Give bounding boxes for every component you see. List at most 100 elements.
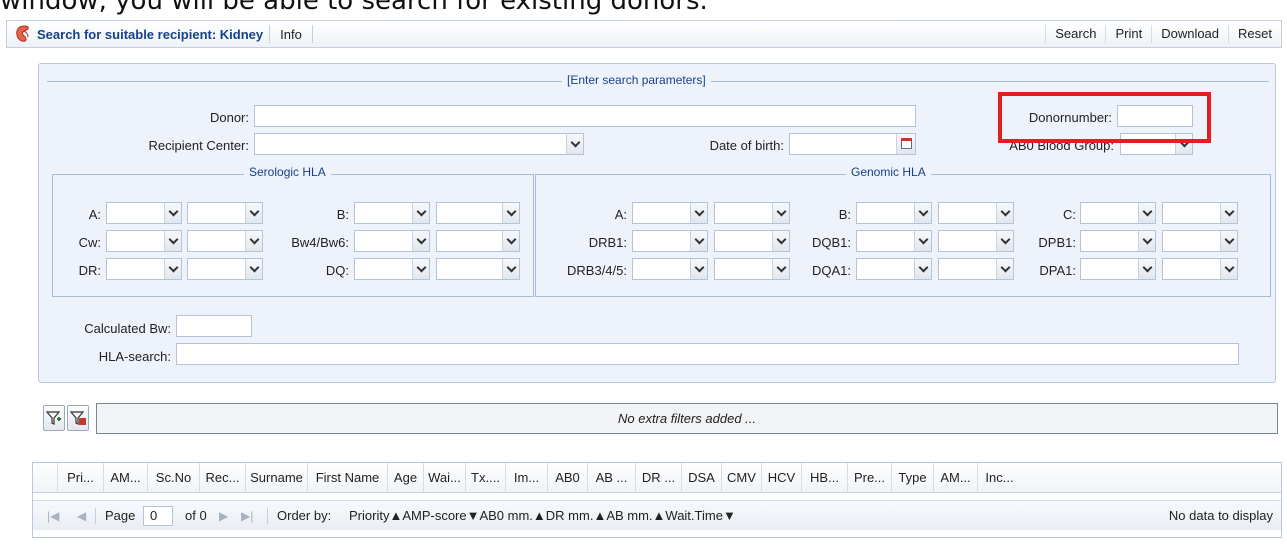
next-page-icon[interactable]: ▶ (219, 501, 228, 531)
grid-column-header[interactable]: Im... (505, 463, 547, 493)
grid-column-header[interactable]: Age (387, 463, 423, 493)
genomic-hla-select[interactable] (632, 258, 708, 280)
first-page-icon[interactable]: |◀ (47, 501, 59, 531)
grid-column-header[interactable]: Rec... (199, 463, 245, 493)
chevron-down-icon[interactable] (1138, 231, 1155, 251)
serologic-hla-select[interactable] (436, 258, 520, 280)
genomic-hla-select[interactable] (856, 202, 932, 224)
serologic-hla-select[interactable] (187, 202, 263, 224)
grid-column-header[interactable]: Type (891, 463, 933, 493)
serologic-hla-select[interactable] (187, 258, 263, 280)
genomic-hla-select[interactable] (938, 202, 1014, 224)
genomic-hla-select[interactable] (938, 230, 1014, 252)
chevron-down-icon[interactable] (914, 203, 931, 223)
chevron-down-icon[interactable] (996, 203, 1013, 223)
search-button[interactable]: Search (1045, 25, 1105, 43)
grid-column-header[interactable]: First Name (307, 463, 387, 493)
chevron-down-icon[interactable] (412, 259, 429, 279)
serologic-hla-select[interactable] (106, 202, 182, 224)
serologic-hla-select[interactable] (354, 258, 430, 280)
grid-column-header[interactable]: Pre... (847, 463, 891, 493)
genomic-hla-select[interactable] (938, 258, 1014, 280)
grid-column-header[interactable]: Tx.... (465, 463, 505, 493)
download-button[interactable]: Download (1151, 25, 1228, 43)
grid-column-header[interactable]: DSA (681, 463, 721, 493)
add-filter-button[interactable] (43, 405, 65, 431)
grid-column-header[interactable]: Inc... (977, 463, 1021, 493)
chevron-down-icon[interactable] (996, 259, 1013, 279)
genomic-hla-select[interactable] (714, 258, 790, 280)
chevron-down-icon[interactable] (690, 259, 707, 279)
grid-column-header[interactable]: AB0 (547, 463, 587, 493)
genomic-hla-select[interactable] (856, 258, 932, 280)
grid-column-header[interactable]: Wai... (423, 463, 465, 493)
serologic-hla-select[interactable] (106, 230, 182, 252)
grid-column-header[interactable]: HCV (761, 463, 801, 493)
genomic-hla-select[interactable] (714, 202, 790, 224)
chevron-down-icon[interactable] (1220, 203, 1237, 223)
chevron-down-icon[interactable] (412, 203, 429, 223)
serologic-hla-select[interactable] (354, 202, 430, 224)
grid-column-header[interactable]: HB... (801, 463, 847, 493)
chevron-down-icon[interactable] (996, 231, 1013, 251)
remove-filter-button[interactable] (67, 405, 89, 431)
chevron-down-icon[interactable] (566, 134, 583, 154)
chevron-down-icon[interactable] (772, 203, 789, 223)
serologic-hla-select[interactable] (354, 230, 430, 252)
serologic-hla-select[interactable] (436, 202, 520, 224)
order-by-value[interactable]: Priority▲AMP-score▼AB0 mm.▲DR mm.▲AB mm.… (349, 501, 736, 531)
grid-column-header[interactable]: AM... (103, 463, 147, 493)
chevron-down-icon[interactable] (1220, 231, 1237, 251)
recipient-center-select[interactable] (254, 133, 584, 155)
grid-column-header[interactable]: CMV (721, 463, 761, 493)
chevron-down-icon[interactable] (690, 203, 707, 223)
chevron-down-icon[interactable] (1138, 203, 1155, 223)
genomic-hla-select[interactable] (1080, 230, 1156, 252)
chevron-down-icon[interactable] (245, 259, 262, 279)
genomic-hla-select[interactable] (856, 230, 932, 252)
donor-input[interactable] (254, 105, 916, 127)
chevron-down-icon[interactable] (772, 231, 789, 251)
genomic-hla-select[interactable] (632, 230, 708, 252)
last-page-icon[interactable]: ▶| (241, 501, 253, 531)
print-button[interactable]: Print (1105, 25, 1151, 43)
chevron-down-icon[interactable] (164, 259, 181, 279)
genomic-hla-select[interactable] (1162, 230, 1238, 252)
chevron-down-icon[interactable] (502, 231, 519, 251)
prev-page-icon[interactable]: ◀ (77, 501, 86, 531)
chevron-down-icon[interactable] (412, 231, 429, 251)
genomic-hla-select[interactable] (1162, 202, 1238, 224)
grid-column-header[interactable]: Surname (245, 463, 307, 493)
reset-button[interactable]: Reset (1228, 25, 1281, 43)
chevron-down-icon[interactable] (164, 203, 181, 223)
chevron-down-icon[interactable] (1220, 259, 1237, 279)
chevron-down-icon[interactable] (245, 231, 262, 251)
page-number-input[interactable]: 0 (143, 506, 173, 526)
calendar-icon[interactable] (896, 134, 915, 154)
chevron-down-icon[interactable] (1138, 259, 1155, 279)
chevron-down-icon[interactable] (245, 203, 262, 223)
genomic-hla-select[interactable] (632, 202, 708, 224)
chevron-down-icon[interactable] (164, 231, 181, 251)
genomic-hla-select[interactable] (1162, 258, 1238, 280)
date-of-birth-input[interactable] (789, 133, 916, 155)
grid-column-header[interactable]: DR ... (635, 463, 681, 493)
grid-column-header[interactable]: AM... (933, 463, 977, 493)
genomic-hla-select[interactable] (1080, 202, 1156, 224)
chevron-down-icon[interactable] (690, 231, 707, 251)
calculated-bw-input[interactable] (176, 315, 252, 337)
chevron-down-icon[interactable] (502, 203, 519, 223)
hla-search-input[interactable] (176, 343, 1239, 365)
serologic-hla-select[interactable] (436, 230, 520, 252)
grid-column-header[interactable]: Pri... (57, 463, 103, 493)
chevron-down-icon[interactable] (914, 259, 931, 279)
grid-column-header[interactable]: AB ... (587, 463, 635, 493)
genomic-hla-select[interactable] (1080, 258, 1156, 280)
genomic-hla-select[interactable] (714, 230, 790, 252)
chevron-down-icon[interactable] (502, 259, 519, 279)
serologic-hla-select[interactable] (106, 258, 182, 280)
chevron-down-icon[interactable] (772, 259, 789, 279)
serologic-hla-select[interactable] (187, 230, 263, 252)
grid-column-header[interactable]: Sc.No (147, 463, 199, 493)
chevron-down-icon[interactable] (914, 231, 931, 251)
